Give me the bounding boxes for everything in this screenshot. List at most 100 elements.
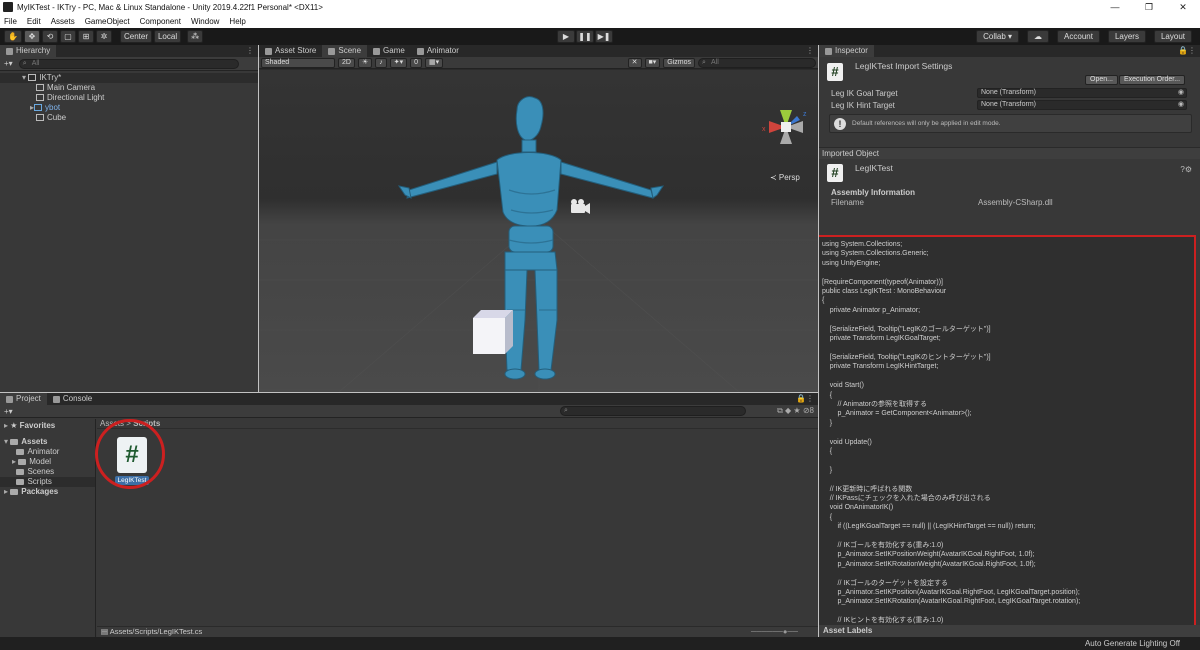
hand-tool-icon[interactable]: ✋	[4, 30, 22, 43]
folder-icon	[16, 478, 25, 485]
lock-icon[interactable]: 🔒⋮	[1178, 46, 1196, 55]
tab-console[interactable]: Console	[47, 393, 98, 405]
info-icon: !	[834, 117, 846, 130]
scene-root-item[interactable]: ▾ IKTry*	[0, 73, 258, 83]
hidden-objects-count[interactable]: 0	[410, 57, 423, 68]
hierarchy-item-main-camera[interactable]: Main Camera	[0, 83, 258, 93]
tab-label: Console	[62, 394, 93, 403]
create-asset-dropdown[interactable]: +▾	[4, 407, 13, 416]
hierarchy-icon	[6, 47, 13, 55]
scale-tool-icon[interactable]: ▢	[59, 30, 76, 43]
object-name: LegIKTest	[855, 163, 893, 173]
tab-hierarchy[interactable]: Hierarchy	[0, 45, 57, 57]
tree-item-favorites[interactable]: ▸ ★ Favorites	[0, 421, 95, 431]
2d-toggle[interactable]: 2D	[338, 57, 355, 68]
tree-item-animator[interactable]: Animator	[0, 447, 95, 457]
scene-viewport[interactable]: x z ≺ Persp	[259, 70, 818, 392]
move-tool-icon[interactable]: ✥	[23, 30, 40, 43]
effects-dropdown-icon[interactable]: ✦▾	[389, 57, 408, 68]
layout-dropdown[interactable]: Layout	[1153, 30, 1192, 43]
open-button[interactable]: Open...	[1085, 75, 1118, 85]
transform-tool-icon[interactable]: ✲	[95, 30, 112, 43]
ybot-model[interactable]	[397, 96, 665, 380]
tab-game[interactable]: Game	[367, 45, 411, 57]
icon-size-slider[interactable]: ──────●──	[751, 627, 798, 637]
pause-button[interactable]: ❚❚	[576, 30, 594, 43]
tab-asset-store[interactable]: Asset Store	[259, 45, 322, 57]
menu-gameobject[interactable]: GameObject	[85, 17, 130, 26]
camera-gizmo-icon[interactable]	[571, 199, 590, 214]
info-helpbox: ! Default references will only be applie…	[829, 114, 1192, 133]
gizmos-dropdown[interactable]: Gizmos	[663, 57, 695, 68]
pivot-local-button[interactable]: Local	[153, 30, 182, 43]
unity-scene-icon	[28, 74, 37, 82]
tab-scene[interactable]: Scene	[322, 45, 368, 57]
collab-dropdown[interactable]: Collab ▾	[976, 30, 1020, 43]
tree-item-assets[interactable]: ▾ Assets	[0, 437, 95, 447]
hierarchy-search-input[interactable]: All	[18, 58, 239, 69]
menu-edit[interactable]: Edit	[27, 17, 41, 26]
object-field[interactable]: None (Transform)	[977, 88, 1187, 98]
tree-item-scripts[interactable]: Scripts	[0, 477, 95, 487]
tree-label: Scripts	[27, 477, 52, 486]
persp-label[interactable]: ≺ Persp	[770, 173, 800, 182]
rect-tool-icon[interactable]: ⊞	[77, 30, 94, 43]
panel-menu-icon[interactable]: ⋮	[806, 46, 814, 55]
scene-panel: Asset Store Scene Game Animator ⋮ Shaded…	[259, 45, 818, 392]
panel-menu-icon[interactable]: 🔒⋮	[796, 394, 814, 403]
grid-toggle-icon[interactable]: ▦▾	[425, 57, 444, 68]
tree-item-scenes[interactable]: Scenes	[0, 467, 95, 477]
grid-snap-icon[interactable]: ⁂	[187, 30, 204, 43]
menu-window[interactable]: Window	[191, 17, 219, 26]
menu-help[interactable]: Help	[229, 17, 245, 26]
pivot-center-button[interactable]: Center	[119, 30, 152, 43]
execution-order-button[interactable]: Execution Order...	[1119, 75, 1186, 85]
hierarchy-item-ybot[interactable]: ▸ ybot	[0, 103, 258, 113]
filename-label: Filename	[831, 198, 864, 207]
folder-icon	[16, 468, 25, 475]
orientation-gizmo[interactable]	[769, 110, 803, 144]
camera-settings-icon[interactable]: ■▾	[644, 57, 661, 68]
tab-animator[interactable]: Animator	[411, 45, 465, 57]
asset-labels-header[interactable]: Asset Labels	[819, 625, 1200, 637]
menu-assets[interactable]: Assets	[51, 17, 75, 26]
maximize-button[interactable]: ❐	[1132, 2, 1166, 13]
create-dropdown[interactable]: +▾	[4, 59, 13, 68]
cube-object[interactable]	[473, 310, 513, 354]
shading-mode-dropdown[interactable]: Shaded	[261, 57, 335, 68]
tree-item-model[interactable]: ▸ Model	[0, 457, 95, 467]
help-settings-icon[interactable]: ?⚙	[1180, 165, 1192, 174]
tree-label: Favorites	[19, 421, 56, 430]
menu-file[interactable]: File	[4, 17, 17, 26]
folder-icon	[18, 458, 27, 465]
layers-dropdown[interactable]: Layers	[1107, 30, 1146, 43]
audio-toggle-icon[interactable]: ♪	[375, 57, 387, 68]
step-button[interactable]: ▶❚	[595, 30, 613, 43]
lighting-toggle-icon[interactable]: ☀	[357, 57, 373, 68]
object-field[interactable]: None (Transform)	[977, 100, 1187, 110]
account-dropdown[interactable]: Account	[1057, 30, 1100, 43]
filter-icons[interactable]: ⧉ ◆ ★ ⊘8	[777, 406, 814, 416]
item-label: ybot	[45, 103, 61, 112]
rotate-tool-icon[interactable]: ⟲	[41, 30, 58, 43]
project-search-input[interactable]	[560, 406, 746, 416]
hierarchy-item-directional-light[interactable]: Directional Light	[0, 93, 258, 103]
main-toolbar: ✋ ✥ ⟲ ▢ ⊞ ✲ Center Local ⁂ ▶ ❚❚ ▶❚ Colla…	[0, 28, 1200, 45]
gameobject-icon	[36, 94, 44, 102]
scene-render: x z ≺ Persp	[259, 96, 818, 392]
play-button[interactable]: ▶	[557, 30, 575, 43]
prop-label: Leg IK Hint Target	[831, 100, 895, 110]
minimize-button[interactable]: —	[1098, 2, 1132, 13]
close-button[interactable]: ✕	[1166, 2, 1200, 13]
tools-icon[interactable]: ✕	[627, 57, 642, 68]
cloud-icon[interactable]: ☁	[1027, 30, 1050, 43]
project-asset-area: Assets > Scripts # LegIKTest	[97, 419, 818, 637]
menu-component[interactable]: Component	[140, 17, 181, 26]
csharp-script-icon: #	[827, 164, 843, 182]
tab-inspector[interactable]: Inspector	[819, 45, 874, 57]
panel-menu-icon[interactable]: ⋮	[246, 46, 254, 55]
scene-search-input[interactable]: All	[698, 57, 816, 68]
tab-project[interactable]: Project	[0, 393, 47, 405]
hierarchy-item-cube[interactable]: Cube	[0, 113, 258, 123]
tree-item-packages[interactable]: ▸ Packages	[0, 487, 95, 497]
